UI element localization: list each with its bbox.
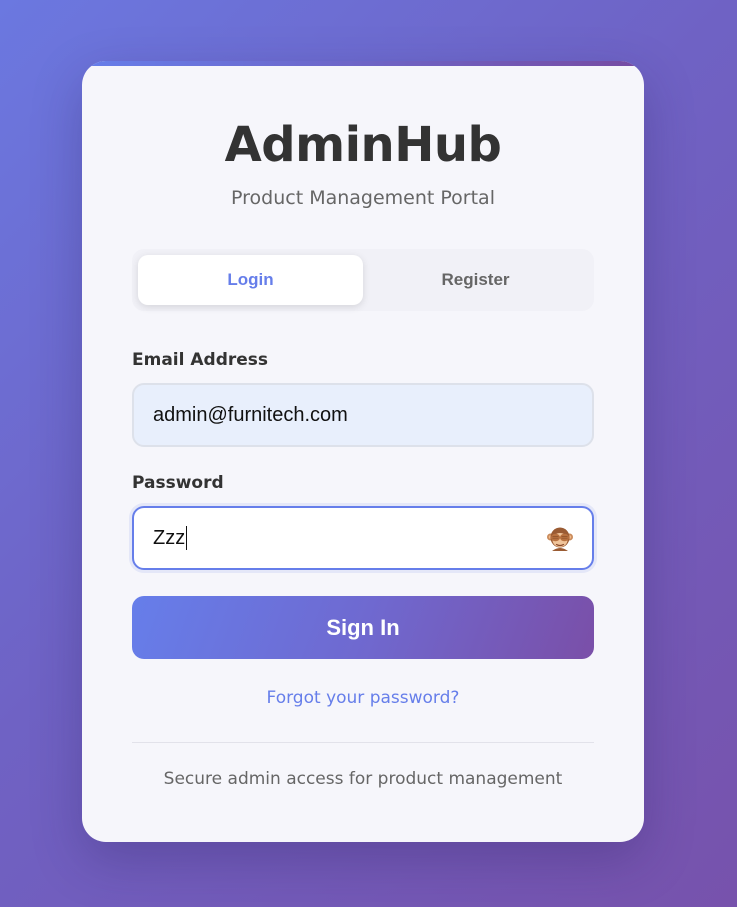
page-subtitle: Product Management Portal [231, 187, 495, 209]
password-value: Zzz [153, 526, 186, 549]
forgot-password-link[interactable]: Forgot your password? [82, 688, 644, 708]
email-value: admin@furnitech.com [153, 403, 348, 426]
email-field[interactable]: admin@furnitech.com [132, 383, 594, 447]
text-caret [186, 526, 188, 550]
password-field[interactable]: Zzz [132, 506, 594, 570]
tab-register[interactable]: Register [363, 255, 588, 305]
see-no-evil-monkey-icon[interactable] [546, 524, 574, 552]
login-card: AdminHub Product Management Portal Login… [82, 61, 644, 842]
auth-tabs: Login Register [132, 249, 594, 311]
tab-login[interactable]: Login [138, 255, 363, 305]
page-title: AdminHub [224, 117, 502, 173]
email-label: Email Address [132, 350, 269, 370]
password-value-wrap: Zzz [153, 508, 188, 568]
monkey-icon-graphic [547, 527, 573, 551]
card-accent-bar [82, 61, 644, 66]
password-label: Password [132, 473, 224, 493]
footer-note: Secure admin access for product manageme… [163, 769, 563, 789]
sign-in-button[interactable]: Sign In [132, 596, 594, 659]
divider [132, 742, 594, 743]
